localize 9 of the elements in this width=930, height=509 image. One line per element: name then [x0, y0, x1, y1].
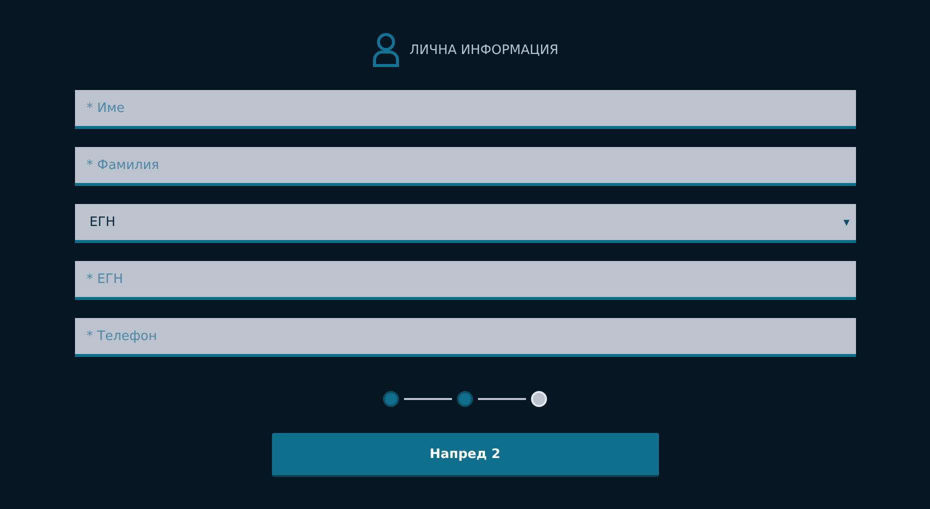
caret-icon: ▾: [843, 215, 850, 229]
input-field[interactable]: * Телефон: [74, 318, 856, 357]
select-field[interactable]: ЕГН ▾: [74, 204, 856, 243]
input-field[interactable]: * Фамилия: [74, 147, 856, 186]
next-button[interactable]: Напред 2: [272, 433, 658, 477]
input-field[interactable]: * ЕГН: [74, 261, 856, 300]
user-icon: [372, 32, 400, 68]
section-title: ЛИЧНА ИНФОРМАЦИЯ: [410, 42, 558, 58]
input-field[interactable]: * Име: [74, 90, 856, 129]
